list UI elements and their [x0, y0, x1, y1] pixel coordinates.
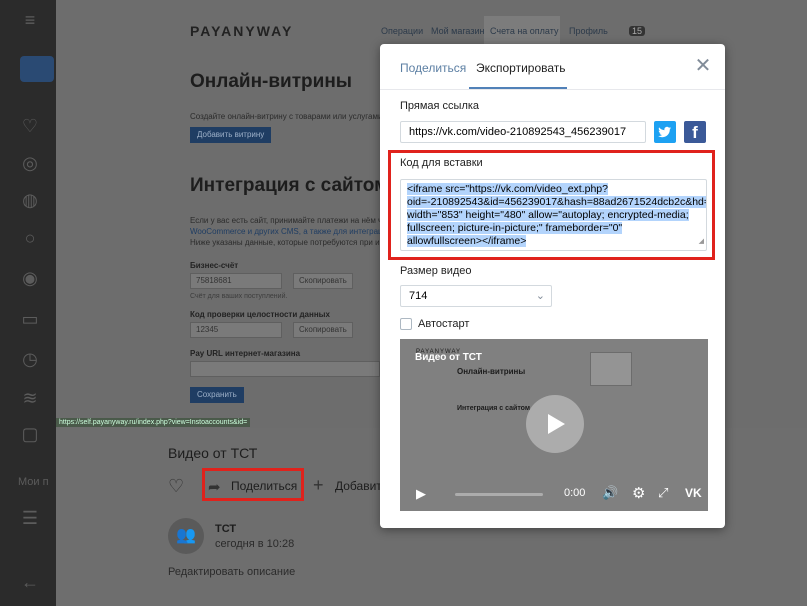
- nav-my-store[interactable]: Мой магазин: [431, 26, 484, 36]
- volume-icon[interactable]: 🔊: [602, 485, 618, 501]
- video-preview[interactable]: PAYANYWAY Онлайн-витрины Интеграция с са…: [400, 339, 708, 511]
- progress-bar[interactable]: [455, 493, 543, 496]
- back-arrow-icon[interactable]: ←: [20, 572, 40, 592]
- list-icon[interactable]: ☰: [20, 508, 40, 528]
- post-date: сегодня в 10:28: [215, 538, 295, 550]
- edit-description-link[interactable]: Редактировать описание: [168, 566, 295, 578]
- autostart-checkbox[interactable]: [400, 318, 412, 330]
- vk-logo-icon[interactable]: VK: [685, 486, 702, 500]
- gear-icon[interactable]: ⚙: [632, 484, 645, 502]
- share-arrow-icon[interactable]: ➦: [208, 478, 221, 496]
- tab-share[interactable]: Поделиться: [400, 61, 466, 75]
- sidebar-my-label: Мои п: [18, 476, 49, 488]
- resize-handle-icon[interactable]: ◢: [699, 235, 704, 248]
- modal-tabs: Поделиться Экспортировать ✕: [380, 44, 725, 90]
- nav-invoices[interactable]: Счета на оплату: [490, 26, 558, 36]
- small-play-icon[interactable]: ▶: [416, 486, 426, 502]
- payanyway-logo: PAYANYWAY: [190, 23, 294, 39]
- globe-icon[interactable]: ◉: [20, 268, 40, 288]
- notifications-badge[interactable]: 15: [629, 26, 646, 36]
- target-icon[interactable]: ◎: [20, 153, 40, 173]
- twitter-icon[interactable]: [654, 121, 676, 143]
- bg-text-2a: Если у вас есть сайт, принимайте платежи…: [190, 216, 400, 225]
- bg-code-label: Код проверки целостности данных: [190, 310, 330, 319]
- clock-icon[interactable]: ◷: [20, 349, 40, 369]
- share-button[interactable]: Поделиться: [231, 479, 297, 493]
- bg-title-integration: Интеграция с сайтом: [190, 175, 389, 196]
- bg-copy-button-1[interactable]: Скопировать: [293, 273, 353, 289]
- bg-payurl-field[interactable]: [190, 361, 380, 377]
- facebook-icon[interactable]: f: [684, 121, 706, 143]
- avatar[interactable]: 👥: [168, 518, 204, 554]
- video-size-value: 714: [409, 290, 428, 302]
- video-size-label: Размер видео: [400, 265, 472, 277]
- share-modal: Поделиться Экспортировать ✕ Прямая ссылк…: [380, 44, 725, 528]
- bg-copy-button-2[interactable]: Скопировать: [293, 322, 353, 338]
- bg-code-field[interactable]: 12345: [190, 322, 282, 338]
- direct-link-input[interactable]: https://vk.com/video-210892543_456239017: [400, 121, 646, 143]
- sidebar-active-item[interactable]: [20, 56, 54, 82]
- bg-text-2b: WooCommerce и других CMS, а также для ин…: [190, 227, 392, 236]
- bg-title-storefronts: Онлайн-витрины: [190, 71, 353, 92]
- bg-save-button[interactable]: Сохранить: [190, 387, 244, 403]
- feed-icon[interactable]: ≋: [20, 388, 40, 408]
- bg-add-storefront-button[interactable]: Добавить витрину: [190, 127, 272, 143]
- nav-profile[interactable]: Профиль: [569, 26, 608, 36]
- preview-time: 0:00: [564, 487, 586, 499]
- plus-icon[interactable]: +: [313, 475, 324, 496]
- author-name[interactable]: ТСТ: [215, 523, 236, 535]
- clip-icon[interactable]: ▢: [20, 424, 40, 444]
- video-title: Видео от ТСТ: [168, 445, 258, 461]
- chat-icon[interactable]: ○: [20, 228, 40, 248]
- bg-text-2c: Ниже указаны данные, которые потребуются…: [190, 238, 395, 247]
- heart-icon[interactable]: ♡: [168, 476, 184, 497]
- video-size-select[interactable]: 714 ⌄: [400, 285, 552, 307]
- nav-operations[interactable]: Операции: [381, 26, 423, 36]
- embed-code-textarea[interactable]: <iframe src="https://vk.com/video_ext.ph…: [400, 179, 707, 251]
- menu-icon[interactable]: ≡: [20, 10, 40, 30]
- preview-title: Видео от ТСТ: [415, 352, 482, 363]
- embed-code-label: Код для вставки: [400, 157, 483, 169]
- play-icon: [548, 414, 565, 434]
- bg-text-1: Создайте онлайн-витрину с товарами или у…: [190, 112, 397, 121]
- chevron-down-icon: ⌄: [535, 290, 545, 302]
- active-tab-underline: [469, 87, 567, 89]
- direct-link-label: Прямая ссылка: [400, 100, 480, 112]
- vk-sidebar: ≡ ♡ ◎ ◍ ○ ◉ ▭ ◷ ≋ ▢ Мои п ☰ ←: [0, 0, 56, 606]
- tab-export[interactable]: Экспортировать: [476, 61, 566, 75]
- status-bar-url: https://self.payanyway.ru/index.php?view…: [56, 418, 251, 427]
- close-icon[interactable]: ✕: [693, 56, 713, 76]
- bg-payurl-label: Pay URL интернет-магазина: [190, 349, 301, 358]
- fullscreen-icon[interactable]: ⤢: [658, 485, 668, 501]
- ball-icon[interactable]: ◍: [20, 190, 40, 210]
- autostart-label[interactable]: Автостарт: [418, 318, 469, 330]
- bg-biz-field[interactable]: 75818681: [190, 273, 282, 289]
- screen-icon[interactable]: ▭: [20, 309, 40, 329]
- like-icon[interactable]: ♡: [20, 116, 40, 136]
- bg-biz-hint: Счёт для ваших поступлений.: [190, 293, 288, 300]
- embed-code-text: <iframe src="https://vk.com/video_ext.ph…: [407, 183, 706, 247]
- bg-biz-label: Бизнес-счёт: [190, 261, 239, 270]
